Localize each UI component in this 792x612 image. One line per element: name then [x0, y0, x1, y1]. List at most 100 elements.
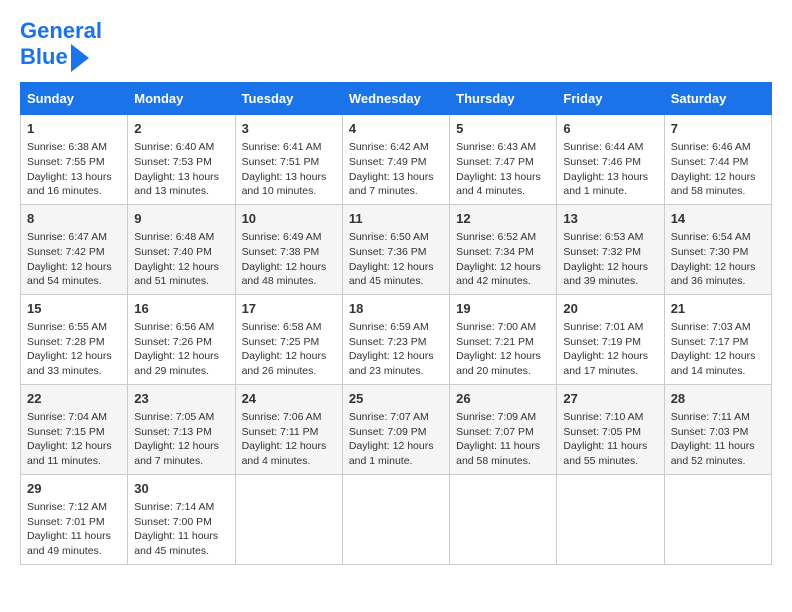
day-number: 14 — [671, 210, 765, 228]
calendar-cell: 24 Sunrise: 7:06 AM Sunset: 7:11 PM Dayli… — [235, 384, 342, 474]
weekday-header-thursday: Thursday — [450, 83, 557, 115]
calendar-cell: 12 Sunrise: 6:52 AM Sunset: 7:34 PM Dayli… — [450, 204, 557, 294]
day-number: 1 — [27, 120, 121, 138]
calendar-cell: 6Sunrise: 6:44 AM Sunset: 7:46 PM Daylig… — [557, 115, 664, 205]
calendar-cell: 30Sunrise: 7:14 AM Sunset: 7:00 PM Dayli… — [128, 474, 235, 564]
logo-text: General — [20, 20, 102, 42]
weekday-header-sunday: Sunday — [21, 83, 128, 115]
day-number: 24 — [242, 390, 336, 408]
calendar-week-5: 29 Sunrise: 7:12 AM Sunset: 7:01 PM Dayli… — [21, 474, 772, 564]
calendar-cell: 9 Sunrise: 6:48 AM Sunset: 7:40 PM Daylig… — [128, 204, 235, 294]
day-info: Sunrise: 7:03 AM Sunset: 7:17 PM Dayligh… — [671, 320, 765, 379]
calendar-week-4: 22Sunrise: 7:04 AM Sunset: 7:15 PM Dayli… — [21, 384, 772, 474]
day-info: Sunrise: 6:55 AM Sunset: 7:28 PM Dayligh… — [27, 320, 121, 379]
day-info: Sunrise: 6:59 AM Sunset: 7:23 PM Dayligh… — [349, 320, 443, 379]
day-info: Sunrise: 6:40 AM Sunset: 7:53 PM Dayligh… — [134, 140, 228, 199]
calendar-cell: 17 Sunrise: 6:58 AM Sunset: 7:25 PM Dayli… — [235, 294, 342, 384]
logo-arrow-icon — [71, 44, 89, 72]
calendar-cell — [342, 474, 449, 564]
calendar-cell: 21 Sunrise: 7:03 AM Sunset: 7:17 PM Dayli… — [664, 294, 771, 384]
day-number: 2 — [134, 120, 228, 138]
calendar-cell — [557, 474, 664, 564]
calendar-cell: 16 Sunrise: 6:56 AM Sunset: 7:26 PM Dayli… — [128, 294, 235, 384]
calendar-cell — [450, 474, 557, 564]
day-info: Sunrise: 7:05 AM Sunset: 7:13 PM Dayligh… — [134, 410, 228, 469]
day-number: 9 — [134, 210, 228, 228]
day-info: Sunrise: 6:42 AM Sunset: 7:49 PM Dayligh… — [349, 140, 443, 199]
calendar-cell: 10 Sunrise: 6:49 AM Sunset: 7:38 PM Dayli… — [235, 204, 342, 294]
calendar-cell: 18 Sunrise: 6:59 AM Sunset: 7:23 PM Dayli… — [342, 294, 449, 384]
day-info: Sunrise: 6:53 AM Sunset: 7:32 PM Dayligh… — [563, 230, 657, 289]
calendar-cell: 25Sunrise: 7:07 AM Sunset: 7:09 PM Dayli… — [342, 384, 449, 474]
logo-blue: Blue — [20, 46, 68, 68]
day-number: 22 — [27, 390, 121, 408]
weekday-header-saturday: Saturday — [664, 83, 771, 115]
day-info: Sunrise: 6:43 AM Sunset: 7:47 PM Dayligh… — [456, 140, 550, 199]
day-info: Sunrise: 7:00 AM Sunset: 7:21 PM Dayligh… — [456, 320, 550, 379]
day-info: Sunrise: 6:46 AM Sunset: 7:44 PM Dayligh… — [671, 140, 765, 199]
logo-general: General — [20, 18, 102, 43]
calendar-cell — [664, 474, 771, 564]
calendar-cell: 5 Sunrise: 6:43 AM Sunset: 7:47 PM Daylig… — [450, 115, 557, 205]
calendar-week-1: 1 Sunrise: 6:38 AM Sunset: 7:55 PM Daylig… — [21, 115, 772, 205]
calendar-cell: 4 Sunrise: 6:42 AM Sunset: 7:49 PM Daylig… — [342, 115, 449, 205]
day-info: Sunrise: 6:52 AM Sunset: 7:34 PM Dayligh… — [456, 230, 550, 289]
day-info: Sunrise: 7:11 AM Sunset: 7:03 PM Dayligh… — [671, 410, 765, 469]
weekday-header-row: SundayMondayTuesdayWednesdayThursdayFrid… — [21, 83, 772, 115]
day-info: Sunrise: 6:48 AM Sunset: 7:40 PM Dayligh… — [134, 230, 228, 289]
calendar-cell: 23 Sunrise: 7:05 AM Sunset: 7:13 PM Dayli… — [128, 384, 235, 474]
day-number: 15 — [27, 300, 121, 318]
day-info: Sunrise: 7:12 AM Sunset: 7:01 PM Dayligh… — [27, 500, 121, 559]
weekday-header-tuesday: Tuesday — [235, 83, 342, 115]
day-info: Sunrise: 6:41 AM Sunset: 7:51 PM Dayligh… — [242, 140, 336, 199]
day-info: Sunrise: 7:14 AM Sunset: 7:00 PM Dayligh… — [134, 500, 228, 559]
weekday-header-wednesday: Wednesday — [342, 83, 449, 115]
day-number: 4 — [349, 120, 443, 138]
calendar-cell: 19 Sunrise: 7:00 AM Sunset: 7:21 PM Dayli… — [450, 294, 557, 384]
day-number: 21 — [671, 300, 765, 318]
weekday-header-monday: Monday — [128, 83, 235, 115]
calendar-cell: 14Sunrise: 6:54 AM Sunset: 7:30 PM Dayli… — [664, 204, 771, 294]
day-info: Sunrise: 6:49 AM Sunset: 7:38 PM Dayligh… — [242, 230, 336, 289]
day-info: Sunrise: 6:56 AM Sunset: 7:26 PM Dayligh… — [134, 320, 228, 379]
logo: General Blue — [20, 20, 102, 72]
calendar-cell: 22Sunrise: 7:04 AM Sunset: 7:15 PM Dayli… — [21, 384, 128, 474]
calendar-table: SundayMondayTuesdayWednesdayThursdayFrid… — [20, 82, 772, 565]
calendar-cell: 26Sunrise: 7:09 AM Sunset: 7:07 PM Dayli… — [450, 384, 557, 474]
calendar-cell: 20 Sunrise: 7:01 AM Sunset: 7:19 PM Dayli… — [557, 294, 664, 384]
day-number: 23 — [134, 390, 228, 408]
calendar-week-3: 15 Sunrise: 6:55 AM Sunset: 7:28 PM Dayli… — [21, 294, 772, 384]
day-number: 3 — [242, 120, 336, 138]
weekday-header-friday: Friday — [557, 83, 664, 115]
calendar-cell: 29 Sunrise: 7:12 AM Sunset: 7:01 PM Dayli… — [21, 474, 128, 564]
day-number: 20 — [563, 300, 657, 318]
calendar-cell: 11Sunrise: 6:50 AM Sunset: 7:36 PM Dayli… — [342, 204, 449, 294]
day-number: 12 — [456, 210, 550, 228]
calendar-cell: 8 Sunrise: 6:47 AM Sunset: 7:42 PM Daylig… — [21, 204, 128, 294]
calendar-week-2: 8 Sunrise: 6:47 AM Sunset: 7:42 PM Daylig… — [21, 204, 772, 294]
page-header: General Blue — [20, 20, 772, 72]
calendar-cell: 1 Sunrise: 6:38 AM Sunset: 7:55 PM Daylig… — [21, 115, 128, 205]
day-number: 8 — [27, 210, 121, 228]
day-info: Sunrise: 6:58 AM Sunset: 7:25 PM Dayligh… — [242, 320, 336, 379]
day-info: Sunrise: 7:01 AM Sunset: 7:19 PM Dayligh… — [563, 320, 657, 379]
day-info: Sunrise: 7:09 AM Sunset: 7:07 PM Dayligh… — [456, 410, 550, 469]
calendar-cell: 3 Sunrise: 6:41 AM Sunset: 7:51 PM Daylig… — [235, 115, 342, 205]
calendar-cell — [235, 474, 342, 564]
day-number: 17 — [242, 300, 336, 318]
day-number: 18 — [349, 300, 443, 318]
day-number: 16 — [134, 300, 228, 318]
day-number: 11 — [349, 210, 443, 228]
day-info: Sunrise: 6:44 AM Sunset: 7:46 PM Dayligh… — [563, 140, 657, 199]
day-info: Sunrise: 6:38 AM Sunset: 7:55 PM Dayligh… — [27, 140, 121, 199]
day-number: 29 — [27, 480, 121, 498]
day-number: 10 — [242, 210, 336, 228]
calendar-cell: 7Sunrise: 6:46 AM Sunset: 7:44 PM Daylig… — [664, 115, 771, 205]
day-number: 19 — [456, 300, 550, 318]
calendar-cell: 2 Sunrise: 6:40 AM Sunset: 7:53 PM Daylig… — [128, 115, 235, 205]
calendar-cell: 27Sunrise: 7:10 AM Sunset: 7:05 PM Dayli… — [557, 384, 664, 474]
day-number: 5 — [456, 120, 550, 138]
day-info: Sunrise: 7:06 AM Sunset: 7:11 PM Dayligh… — [242, 410, 336, 469]
day-info: Sunrise: 6:47 AM Sunset: 7:42 PM Dayligh… — [27, 230, 121, 289]
day-number: 25 — [349, 390, 443, 408]
